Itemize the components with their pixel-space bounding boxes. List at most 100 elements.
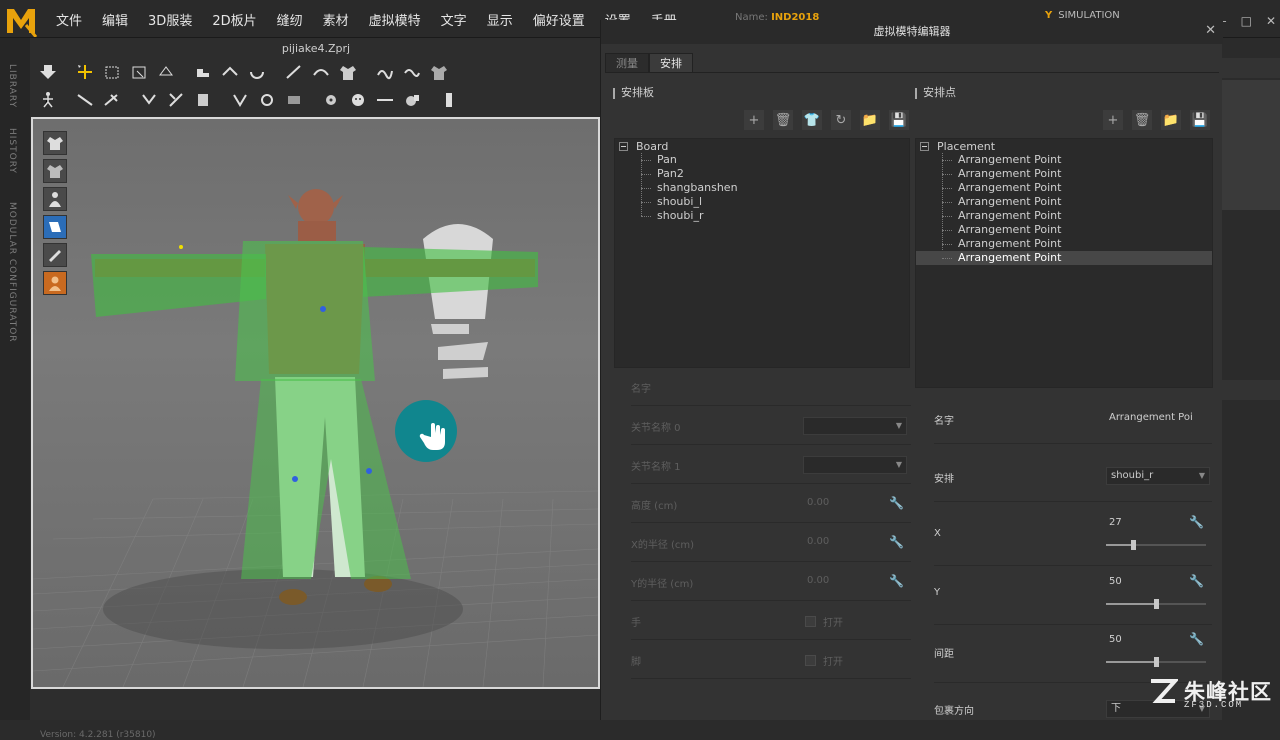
y-value[interactable]: 50 [1109,576,1122,587]
avatar-pose-icon[interactable] [34,88,61,112]
garment-icon[interactable]: 👕 [802,110,822,130]
button-icon[interactable] [253,88,280,112]
joint1-select[interactable]: ▼ [803,456,907,474]
slider-thumb[interactable] [1154,599,1159,609]
tape-edit-icon[interactable] [398,60,425,84]
collapse-icon[interactable] [619,141,628,151]
y-slider[interactable] [1106,599,1206,609]
wrench-icon[interactable]: 🔧 [1189,574,1204,588]
menu-3d-garment[interactable]: 3D服装 [138,10,202,29]
menu-text[interactable]: 文字 [431,10,477,29]
maximize-icon[interactable]: □ [1241,14,1252,28]
trim-icon[interactable] [226,88,253,112]
tree-item[interactable]: Arrangement Point [916,223,1212,237]
library-tab[interactable]: LIBRARY [7,64,17,108]
menu-avatar[interactable]: 虚拟模特 [359,10,431,29]
menu-file[interactable]: 文件 [46,10,92,29]
tree-item-selected[interactable]: Arrangement Point [916,251,1212,265]
select-mesh-lasso-icon[interactable] [125,60,152,84]
y-radius-value[interactable]: 0.00 [807,575,829,586]
slider-thumb[interactable] [1154,657,1159,667]
3d-pen-icon[interactable] [280,60,307,84]
placement-tree[interactable]: Placement Arrangement Point Arrangement … [915,138,1213,388]
garment-texture-icon[interactable] [43,159,67,183]
topstitch-icon[interactable] [317,88,344,112]
menu-preferences[interactable]: 偏好设置 [523,10,595,29]
window-close-icon[interactable]: ✕ [1266,14,1276,28]
buttonhole-icon[interactable] [280,88,307,112]
tree-item[interactable]: Arrangement Point [916,153,1212,167]
fold-3d-icon[interactable] [216,60,243,84]
fix-pin-icon[interactable] [152,60,179,84]
x-value[interactable]: 27 [1109,517,1122,528]
add-icon[interactable]: + [744,110,764,130]
height-value[interactable]: 0.00 [807,497,829,508]
tree-item[interactable]: Arrangement Point [916,195,1212,209]
gap-slider[interactable] [1106,657,1206,667]
measure-icon[interactable] [71,88,98,112]
tree-root-placement[interactable]: Placement [920,139,995,153]
delete-icon[interactable]: 🗑 [773,110,793,130]
board-tree[interactable]: Board Pan Pan2 shangbanshen shoubi_l sho… [614,138,910,368]
slider-thumb[interactable] [1131,540,1136,550]
menu-2d-pattern[interactable]: 2D板片 [202,10,266,29]
wrench-icon[interactable]: 🔧 [889,574,904,588]
avatar-info-icon[interactable] [435,88,462,112]
avatar-display-icon[interactable] [43,187,67,211]
menu-display[interactable]: 显示 [477,10,523,29]
fold-rotate-icon[interactable] [243,60,270,84]
avatar-skin-icon[interactable] [43,271,67,295]
hand-checkbox[interactable] [805,616,816,627]
open-point-folder-icon[interactable]: 📁 [1161,110,1181,130]
wrench-icon[interactable]: 🔧 [1189,515,1204,529]
tree-item[interactable]: Arrangement Point [916,181,1212,195]
x-radius-value[interactable]: 0.00 [807,536,829,547]
tab-arrangement[interactable]: 安排 [649,53,693,73]
measure-edit-icon[interactable] [98,88,125,112]
add-point-icon[interactable]: + [1103,110,1123,130]
joint0-select[interactable]: ▼ [803,417,907,435]
modular-configurator-tab[interactable]: MODULAR CONFIGURATOR [7,202,17,343]
gap-value[interactable]: 50 [1109,634,1122,645]
simulate-icon[interactable] [34,60,61,84]
tree-item[interactable]: Arrangement Point [916,209,1212,223]
x-slider[interactable] [1106,540,1206,550]
garment-display-icon[interactable] [43,131,67,155]
refresh-icon[interactable]: ↻ [831,110,851,130]
garment-fit-icon[interactable] [425,60,452,84]
tree-item[interactable]: shangbanshen [615,181,909,195]
delete-point-icon[interactable]: 🗑 [1132,110,1152,130]
circumference-icon[interactable] [135,88,162,112]
pattern-display-icon[interactable] [43,215,67,239]
wrench-icon[interactable]: 🔧 [889,496,904,510]
history-tab[interactable]: HISTORY [7,128,17,174]
select-move-icon[interactable] [71,60,98,84]
line-tool-icon[interactable] [371,88,398,112]
edit-curvature-icon[interactable] [307,60,334,84]
3d-viewport[interactable] [31,117,600,689]
menu-sewing[interactable]: 缝纫 [267,10,313,29]
wrench-icon[interactable]: 🔧 [1189,632,1204,646]
menu-edit[interactable]: 编辑 [92,10,138,29]
fabric-display-icon[interactable] [43,243,67,267]
zipper-icon[interactable] [344,88,371,112]
lock-icon[interactable] [398,88,425,112]
close-icon[interactable]: ✕ [1205,23,1216,38]
open-folder-icon[interactable]: 📁 [860,110,880,130]
fabric-tool-icon[interactable] [189,88,216,112]
save-point-icon[interactable]: 💾 [1190,110,1210,130]
length-icon[interactable] [162,88,189,112]
arrange-select[interactable]: shoubi_r ▼ [1106,467,1210,485]
select-mesh-box-icon[interactable] [98,60,125,84]
tape-icon[interactable] [371,60,398,84]
wrench-icon[interactable]: 🔧 [889,535,904,549]
tree-item[interactable]: Arrangement Point [916,167,1212,181]
tree-root-board[interactable]: Board [619,139,668,153]
tree-item[interactable]: shoubi_r [615,209,909,223]
foot-checkbox[interactable] [805,655,816,666]
collapse-icon[interactable] [920,141,929,151]
menu-materials[interactable]: 素材 [313,10,359,29]
tree-item[interactable]: Pan [615,153,909,167]
save-icon[interactable]: 💾 [889,110,909,130]
tree-item[interactable]: Pan2 [615,167,909,181]
